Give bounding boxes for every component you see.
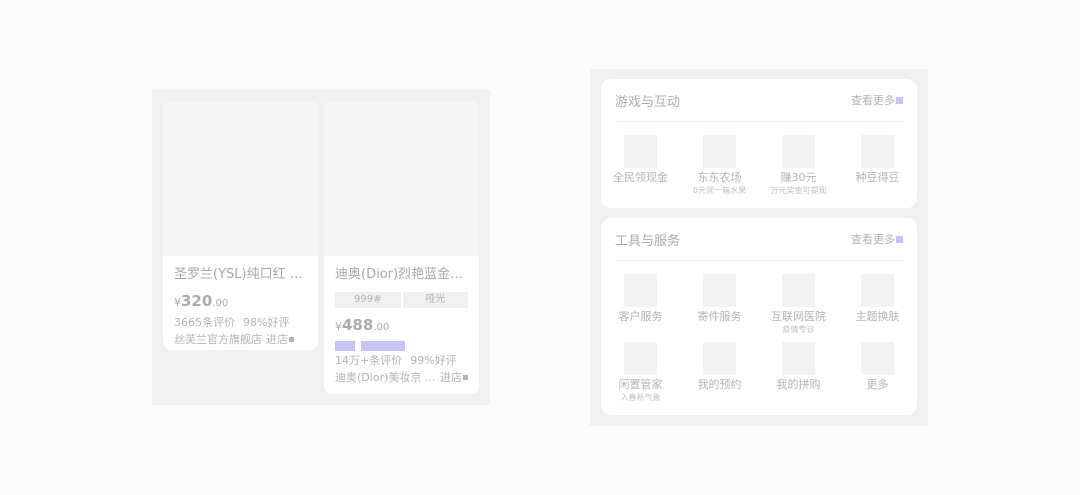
spec-shade: 999# — [335, 292, 401, 308]
section-grid: 客户服务 寄件服务 互联网医院 疫情专诊 主题换肤 闲置管家 入春新气象 我的预… — [601, 261, 917, 410]
shop-row: 丝芙兰官方旗舰店 进店 — [174, 332, 307, 347]
hospital-icon — [782, 274, 815, 307]
more-icon — [861, 342, 894, 375]
grid-item-label: 种豆得豆 — [855, 171, 900, 184]
enter-shop-link[interactable]: 进店 — [266, 332, 294, 347]
grid-item-label: 我的拼购 — [776, 378, 821, 391]
grid-item-label: 赚30元 — [780, 171, 817, 184]
grid-item-subtitle: 入春新气象 — [620, 393, 661, 402]
section-title: 游戏与互动 — [615, 94, 681, 110]
grid-item-group-buy[interactable]: 我的拼购 — [759, 342, 838, 410]
grid-item-more[interactable]: 更多 — [838, 342, 917, 410]
tools-section: 工具与服务 查看更多 客户服务 寄件服务 互联网医院 疫情专诊 主题换肤 闲置管… — [601, 218, 917, 415]
product-image[interactable] — [324, 101, 479, 256]
product-price: ¥488.00 — [335, 316, 468, 337]
grid-item-shipping[interactable]: 寄件服务 — [680, 274, 759, 342]
grid-item-beans[interactable]: 种豆得豆 — [838, 135, 917, 203]
spec-finish: 哑光 — [402, 292, 468, 308]
section-title: 工具与服务 — [615, 233, 681, 249]
section-header: 工具与服务 查看更多 — [615, 218, 903, 261]
group-icon — [782, 342, 815, 375]
arrow-icon — [896, 96, 903, 104]
price-decimal: .00 — [373, 322, 390, 333]
see-more-link[interactable]: 查看更多 — [851, 92, 903, 108]
grid-item-cash[interactable]: 全民领现金 — [601, 135, 680, 203]
grid-item-farm[interactable]: 东东农场 0元领一箱水果 — [680, 135, 759, 203]
price-integer: 320 — [181, 292, 213, 310]
review-count: 14万+条评价 — [335, 354, 403, 367]
grid-item-label: 闲置管家 — [618, 378, 663, 391]
product-grid: 圣罗兰(YSL)纯口红 1... ¥320.00 3665条评价 98%好评 丝芙… — [152, 90, 490, 405]
price-integer: 488 — [342, 316, 374, 334]
coin-icon — [782, 135, 815, 168]
cash-icon — [624, 135, 657, 168]
review-count: 3665条评价 — [174, 316, 235, 329]
section-grid: 全民领现金 东东农场 0元领一箱水果 赚30元 万元奖金可提现 种豆得豆 — [601, 122, 917, 203]
product-stats: 14万+条评价 99%好评 — [335, 353, 468, 368]
calendar-icon — [703, 342, 736, 375]
shop-name[interactable]: 迪奥(Dior)美妆京 ... — [335, 370, 435, 385]
enter-shop-link[interactable]: 进店 — [440, 370, 468, 385]
positive-rate: 98%好评 — [243, 316, 290, 329]
games-section: 游戏与互动 查看更多 全民领现金 东东农场 0元领一箱水果 赚30元 万元奖金可… — [601, 79, 917, 208]
see-more-label: 查看更多 — [851, 94, 895, 107]
grid-item-hospital[interactable]: 互联网医院 疫情专诊 — [759, 274, 838, 342]
grid-item-theme[interactable]: 主题换肤 — [838, 274, 917, 342]
grid-item-subtitle: 0元领一箱水果 — [692, 186, 747, 195]
grid-item-label: 主题换肤 — [855, 310, 900, 323]
product-card[interactable]: 圣罗兰(YSL)纯口红 1... ¥320.00 3665条评价 98%好评 丝芙… — [163, 101, 318, 350]
grid-item-label: 寄件服务 — [697, 310, 742, 323]
product-title[interactable]: 迪奥(Dior)烈艳蓝金唇... — [335, 266, 468, 284]
arrow-icon — [289, 337, 294, 342]
see-more-label: 查看更多 — [851, 233, 895, 246]
enter-shop-label: 进店 — [440, 371, 462, 384]
price-symbol: ¥ — [174, 296, 181, 309]
promo-tag — [335, 341, 355, 351]
grid-item-label: 更多 — [866, 378, 889, 391]
enter-shop-label: 进店 — [266, 333, 288, 346]
shop-row: 迪奥(Dior)美妆京 ... 进店 — [335, 370, 468, 385]
grid-item-earn[interactable]: 赚30元 万元奖金可提现 — [759, 135, 838, 203]
price-decimal: .00 — [212, 298, 229, 309]
palette-icon — [861, 274, 894, 307]
section-header: 游戏与互动 查看更多 — [615, 79, 903, 122]
package-icon — [703, 274, 736, 307]
product-card[interactable]: 迪奥(Dior)烈艳蓝金唇... 999# 哑光 ¥488.00 14万+条评价… — [324, 101, 479, 394]
farm-icon — [703, 135, 736, 168]
grid-item-idle[interactable]: 闲置管家 入春新气象 — [601, 342, 680, 410]
price-symbol: ¥ — [335, 320, 342, 333]
promo-tag — [361, 341, 405, 351]
grid-item-label: 互联网医院 — [771, 310, 826, 323]
grid-item-appointment[interactable]: 我的预约 — [680, 342, 759, 410]
product-title[interactable]: 圣罗兰(YSL)纯口红 1... — [174, 266, 307, 284]
see-more-link[interactable]: 查看更多 — [851, 231, 903, 247]
grid-item-customer-service[interactable]: 客户服务 — [601, 274, 680, 342]
headset-icon — [624, 274, 657, 307]
spec-row: 999# 哑光 — [335, 292, 468, 308]
arrow-icon — [463, 375, 468, 380]
grid-item-subtitle: 万元奖金可提现 — [770, 186, 827, 195]
recycle-icon — [624, 342, 657, 375]
grid-item-label: 我的预约 — [697, 378, 742, 391]
arrow-icon — [896, 235, 903, 243]
product-image[interactable] — [163, 101, 318, 256]
shop-name[interactable]: 丝芙兰官方旗舰店 — [174, 332, 262, 347]
bean-icon — [861, 135, 894, 168]
service-panel: 游戏与互动 查看更多 全民领现金 东东农场 0元领一箱水果 赚30元 万元奖金可… — [590, 69, 928, 426]
positive-rate: 99%好评 — [410, 354, 457, 367]
product-stats: 3665条评价 98%好评 — [174, 315, 307, 330]
product-price: ¥320.00 — [174, 292, 307, 313]
grid-item-label: 东东农场 — [697, 171, 742, 184]
grid-item-subtitle: 疫情专诊 — [782, 325, 815, 334]
promo-tags — [335, 341, 468, 351]
grid-item-label: 全民领现金 — [613, 171, 668, 184]
grid-item-label: 客户服务 — [618, 310, 663, 323]
